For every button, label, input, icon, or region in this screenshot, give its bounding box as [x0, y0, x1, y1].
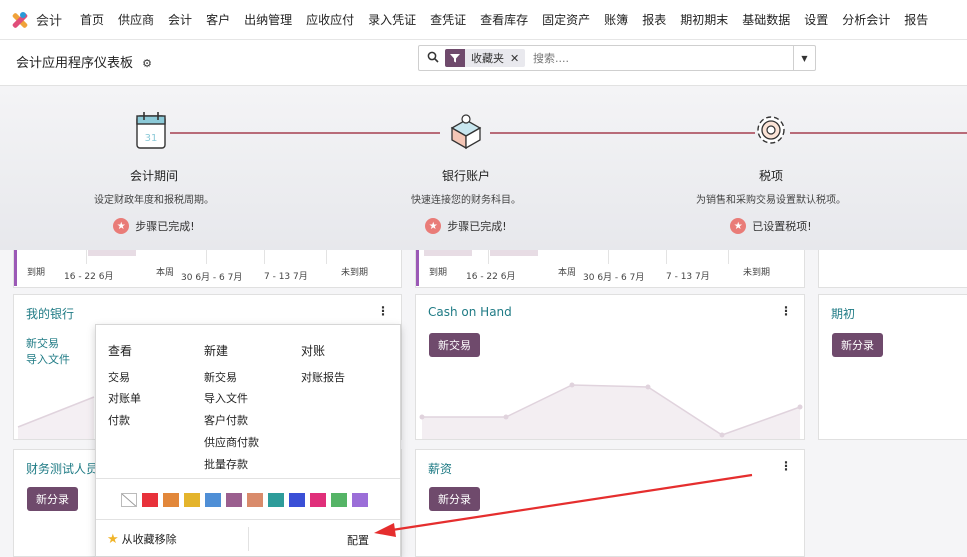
- annotation-arrow: [374, 473, 753, 537]
